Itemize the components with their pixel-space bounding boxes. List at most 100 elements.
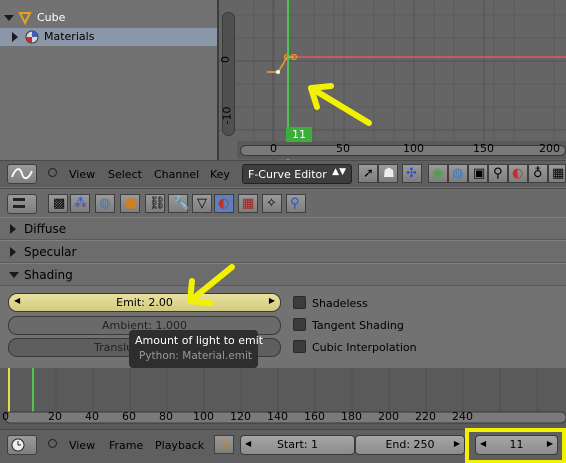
menu-view[interactable]: View: [69, 168, 95, 181]
mesh-icon: ▽: [197, 196, 207, 211]
ruler-label: 240: [452, 410, 473, 423]
menu-playback[interactable]: Playback: [155, 439, 204, 452]
editor-type-button[interactable]: [7, 435, 37, 455]
pivot-button[interactable]: ✣: [402, 164, 422, 183]
x-label: 150: [473, 142, 494, 155]
editor-mode-select[interactable]: F-Curve Editor ▲▼: [242, 164, 352, 184]
ruler-label: 40: [85, 410, 99, 423]
outliner-item-cube[interactable]: Cube: [0, 9, 217, 27]
collapse-arrow-icon[interactable]: [4, 15, 14, 21]
particles-icon: ✧: [266, 196, 277, 211]
panel-diffuse[interactable]: Diffuse: [0, 217, 566, 240]
expand-arrow-icon[interactable]: [10, 247, 16, 257]
frame-ruler[interactable]: 0 50 100 150 200: [237, 141, 566, 159]
menu-channel[interactable]: Channel: [154, 168, 199, 181]
tab-physics[interactable]: ⚲: [286, 194, 306, 213]
menu-key[interactable]: Key: [210, 168, 230, 181]
material-icon: ◐: [218, 196, 230, 211]
x-label: 0: [270, 142, 277, 155]
pivot-icon: ✣: [406, 166, 417, 181]
timeline-header: View Frame Playback ◷ ◀ Start: 1 End: 25…: [0, 428, 566, 463]
show-hidden-button[interactable]: ☗: [378, 164, 398, 183]
lamp-icon: ♁: [533, 166, 543, 181]
cursor-arrow-icon: ➚: [363, 166, 374, 181]
collapse-menu-icon[interactable]: [48, 439, 57, 448]
tab-material[interactable]: ◐: [214, 194, 234, 213]
cubic-interpolation-checkbox[interactable]: [293, 340, 306, 353]
tab-particles[interactable]: ✧: [262, 194, 282, 213]
current-frame-marker: 11: [286, 127, 312, 142]
tab-world[interactable]: ◍: [95, 194, 115, 213]
filter-lamp-button[interactable]: ♁: [528, 164, 548, 183]
expand-arrow-icon[interactable]: [10, 224, 16, 234]
bone-icon: ⚲: [493, 166, 503, 181]
preview-range-button[interactable]: ◷: [214, 435, 234, 454]
ruler-label: 60: [122, 410, 136, 423]
tab-layers[interactable]: ⁂: [70, 194, 90, 213]
panel-specular[interactable]: Specular: [0, 240, 566, 263]
emit-field[interactable]: ◀ Emit: 2.00 ▶: [8, 293, 281, 312]
tab-modifiers[interactable]: 🔧: [168, 194, 190, 213]
outliner: Cube Materials: [0, 0, 217, 160]
camera-icon: ▩: [53, 196, 66, 211]
wrench-icon: 🔧: [173, 196, 190, 211]
physics-icon: ⚲: [290, 196, 300, 211]
timeline[interactable]: 0 20 40 60 80 100 120 140 160 180 200 22…: [0, 368, 566, 429]
tab-constraints[interactable]: ⛓: [145, 194, 166, 213]
menu-select[interactable]: Select: [108, 168, 142, 181]
graph-editor-header: View Select Channel Key F-Curve Editor ▲…: [0, 160, 566, 187]
menu-view[interactable]: View: [69, 439, 95, 452]
tooltip-title: Amount of light to emit: [135, 334, 264, 347]
filter-world-button[interactable]: ◍: [448, 164, 468, 183]
cubic-interpolation-label: Cubic Interpolation: [312, 341, 417, 354]
x-label: 50: [336, 142, 350, 155]
current-frame-value: 11: [509, 438, 524, 451]
keyframe-point[interactable]: [276, 70, 280, 74]
collapse-arrow-icon[interactable]: [9, 272, 19, 278]
increment-arrow-icon[interactable]: ▶: [454, 439, 460, 448]
graph-canvas[interactable]: [219, 0, 566, 160]
collapse-menu-icon[interactable]: [48, 168, 57, 177]
editor-type-button[interactable]: [7, 164, 37, 184]
filter-texture-button[interactable]: ▦: [548, 164, 566, 183]
ruler-label: 120: [230, 410, 251, 423]
tab-object[interactable]: ■: [120, 194, 140, 213]
editor-type-button[interactable]: [7, 194, 37, 214]
increment-arrow-icon[interactable]: ▶: [547, 439, 553, 448]
current-frame-field[interactable]: ◀ 11 ▶: [475, 435, 558, 455]
keyframe-marker: [8, 368, 10, 413]
material-icon: [25, 30, 39, 44]
cube-icon: ■: [125, 196, 138, 211]
graph-editor-icon: [11, 168, 33, 180]
outliner-item-materials[interactable]: Materials: [0, 28, 217, 46]
annotation-arrow-icon: [308, 83, 372, 126]
only-selected-button[interactable]: ➚: [358, 164, 378, 183]
end-frame-field[interactable]: End: 250 ▶: [355, 435, 465, 455]
ruler-label: 180: [341, 410, 362, 423]
menu-frame[interactable]: Frame: [109, 439, 143, 452]
clock-icon: ◷: [218, 437, 230, 452]
ruler-label: 0: [2, 410, 9, 423]
filter-scene-button[interactable]: ◉: [428, 164, 448, 183]
translucency-value: Translu: [94, 341, 134, 354]
world-icon: ◍: [452, 166, 464, 181]
panel-shading[interactable]: Shading: [0, 263, 566, 286]
tab-render[interactable]: ▩: [48, 194, 68, 213]
world-icon: ◍: [99, 196, 111, 211]
tab-texture[interactable]: ▦: [238, 194, 258, 213]
start-frame-field[interactable]: ◀ Start: 1: [240, 435, 355, 455]
tangent-shading-checkbox[interactable]: [293, 318, 306, 331]
filter-object-button[interactable]: ▣: [468, 164, 488, 183]
properties-panel: Diffuse Specular Shading ◀ Emit: 2.00 ▶ …: [0, 217, 566, 368]
increment-arrow-icon[interactable]: ▶: [269, 296, 275, 305]
ruler-label: 20: [48, 410, 62, 423]
y-label: -10: [220, 106, 234, 125]
dropdown-arrows-icon: ▲▼: [332, 167, 346, 177]
graph-editor[interactable]: 0 -10 0 50 100 150 200 11: [219, 0, 566, 160]
filter-material-button[interactable]: ◐: [508, 164, 528, 183]
expand-arrow-icon[interactable]: [12, 32, 18, 42]
shadeless-checkbox[interactable]: [293, 296, 306, 309]
tab-data[interactable]: ▽: [192, 194, 212, 213]
filter-bone-button[interactable]: ⚲: [488, 164, 508, 183]
panel-title: Diffuse: [24, 222, 67, 236]
